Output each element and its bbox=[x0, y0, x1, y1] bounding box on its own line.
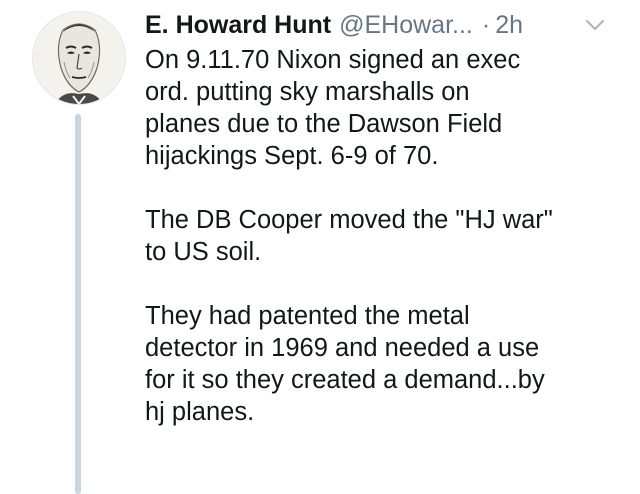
tweet[interactable]: E. Howard Hunt @EHowar... · 2h On 9.11.7… bbox=[0, 0, 640, 494]
sketch-portrait-avatar-icon bbox=[33, 12, 125, 104]
author-name[interactable]: E. Howard Hunt bbox=[145, 10, 331, 40]
tweet-text: On 9.11.70 Nixon signed an exec ord. put… bbox=[145, 44, 625, 428]
tweet-line: hj planes. bbox=[145, 398, 255, 426]
tweet-line: for it so they created a demand...by bbox=[145, 366, 545, 394]
tweet-line: to US soil. bbox=[145, 238, 262, 266]
separator-dot: · bbox=[481, 11, 491, 39]
tweet-line: planes due to the Dawson Field bbox=[145, 110, 503, 138]
author-handle[interactable]: @EHowar... bbox=[339, 10, 473, 40]
tweet-line: hijackings Sept. 6-9 of 70. bbox=[145, 142, 439, 170]
tweet-line: detector in 1969 and needed a use bbox=[145, 334, 540, 362]
tweet-paragraph: The DB Cooper moved the "HJ war" to US s… bbox=[145, 204, 625, 268]
tweet-header: E. Howard Hunt @EHowar... · 2h bbox=[145, 10, 625, 40]
tweet-line: They had patented the metal bbox=[145, 302, 470, 330]
tweet-line: On 9.11.70 Nixon signed an exec bbox=[145, 46, 521, 74]
thread-line bbox=[75, 114, 81, 494]
timestamp[interactable]: 2h bbox=[495, 10, 523, 40]
chevron-down-icon[interactable] bbox=[583, 13, 607, 37]
tweet-line: The DB Cooper moved the "HJ war" bbox=[145, 206, 553, 234]
tweet-line: ord. putting sky marshalls on bbox=[145, 78, 470, 106]
avatar[interactable] bbox=[33, 12, 125, 104]
tweet-paragraph: On 9.11.70 Nixon signed an exec ord. put… bbox=[145, 44, 625, 172]
tweet-paragraph: They had patented the metal detector in … bbox=[145, 300, 625, 428]
